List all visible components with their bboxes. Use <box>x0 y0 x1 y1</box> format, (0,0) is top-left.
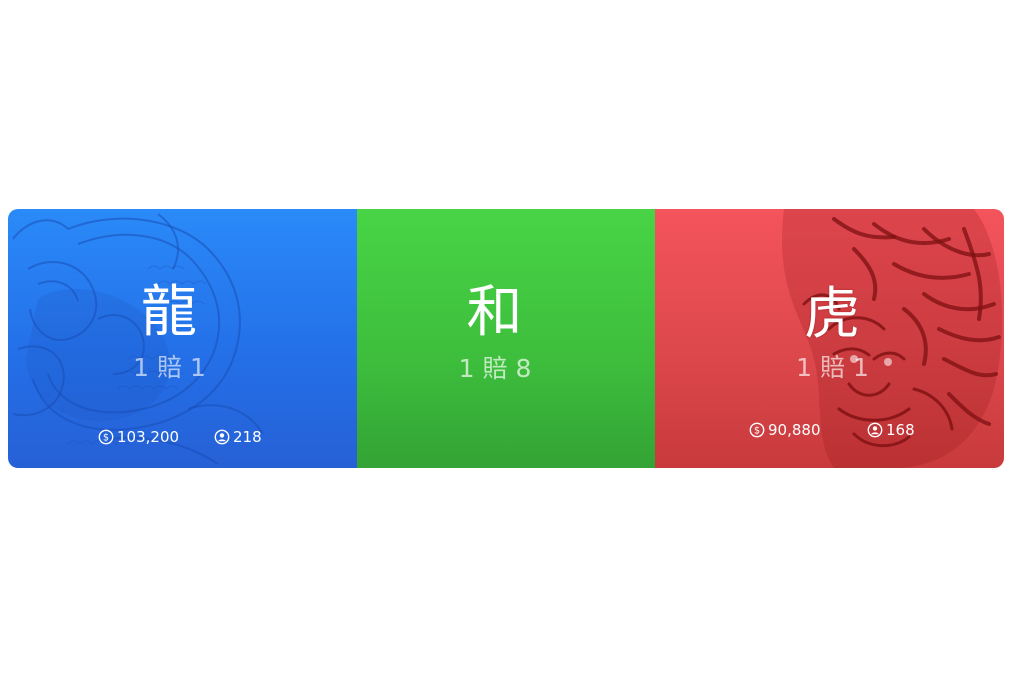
dragon-amount-value: 103,200 <box>117 428 180 446</box>
tiger-amount-value: 90,880 <box>768 421 821 439</box>
tie-odds: 1 賠 8 <box>458 354 532 383</box>
dollar-coin-icon: $ <box>749 422 765 438</box>
dragon-total-amount: $ 103,200 <box>98 428 179 446</box>
dragon-bet-panel[interactable]: 龍 1 賠 1 $ 103,200 218 <box>8 209 357 468</box>
dragon-players-value: 218 <box>233 428 262 446</box>
tiger-total-amount: $ 90,880 <box>749 421 821 439</box>
tiger-players-value: 168 <box>886 421 915 439</box>
tiger-title: 虎 <box>804 282 861 347</box>
svg-text:$: $ <box>754 425 760 436</box>
user-circle-icon <box>214 429 230 445</box>
tiger-odds: 1 賠 1 <box>796 353 869 382</box>
tiger-player-count: 168 <box>867 421 915 439</box>
dragon-player-count: 218 <box>214 428 262 446</box>
user-circle-icon <box>867 422 883 438</box>
tie-title: 和 <box>466 280 524 345</box>
dollar-coin-icon: $ <box>98 429 114 445</box>
svg-text:$: $ <box>103 432 109 443</box>
dragon-odds: 1 賠 1 <box>133 353 206 382</box>
betting-board: 龍 1 賠 1 $ 103,200 218 和 1 賠 8 虎 1 賠 1 $ … <box>8 209 1004 468</box>
tie-bet-panel[interactable]: 和 1 賠 8 <box>357 209 655 468</box>
dragon-title: 龍 <box>141 280 198 345</box>
tiger-bet-panel[interactable]: 虎 1 賠 1 $ 90,880 168 <box>655 209 1004 468</box>
